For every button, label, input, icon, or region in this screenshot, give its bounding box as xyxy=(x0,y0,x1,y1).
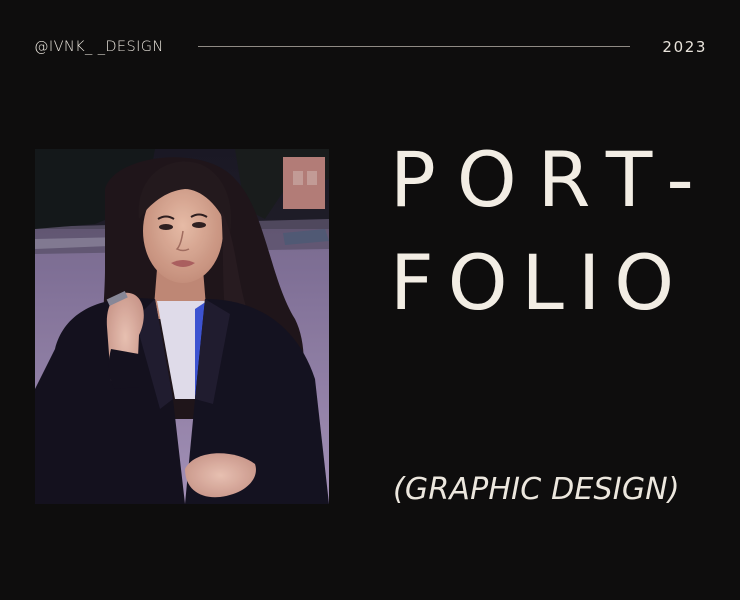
title-line-1: PORT- xyxy=(390,135,715,224)
portrait-illustration xyxy=(35,149,329,504)
author-handle: @IVNK_ _DESIGN xyxy=(34,39,164,55)
header-divider xyxy=(198,46,630,47)
year-label: 2023 xyxy=(662,38,707,56)
subtitle: (GRAPHIC DESIGN) xyxy=(393,472,680,507)
portrait-photo xyxy=(35,149,329,504)
title-line-2: FOLIO xyxy=(390,238,689,327)
